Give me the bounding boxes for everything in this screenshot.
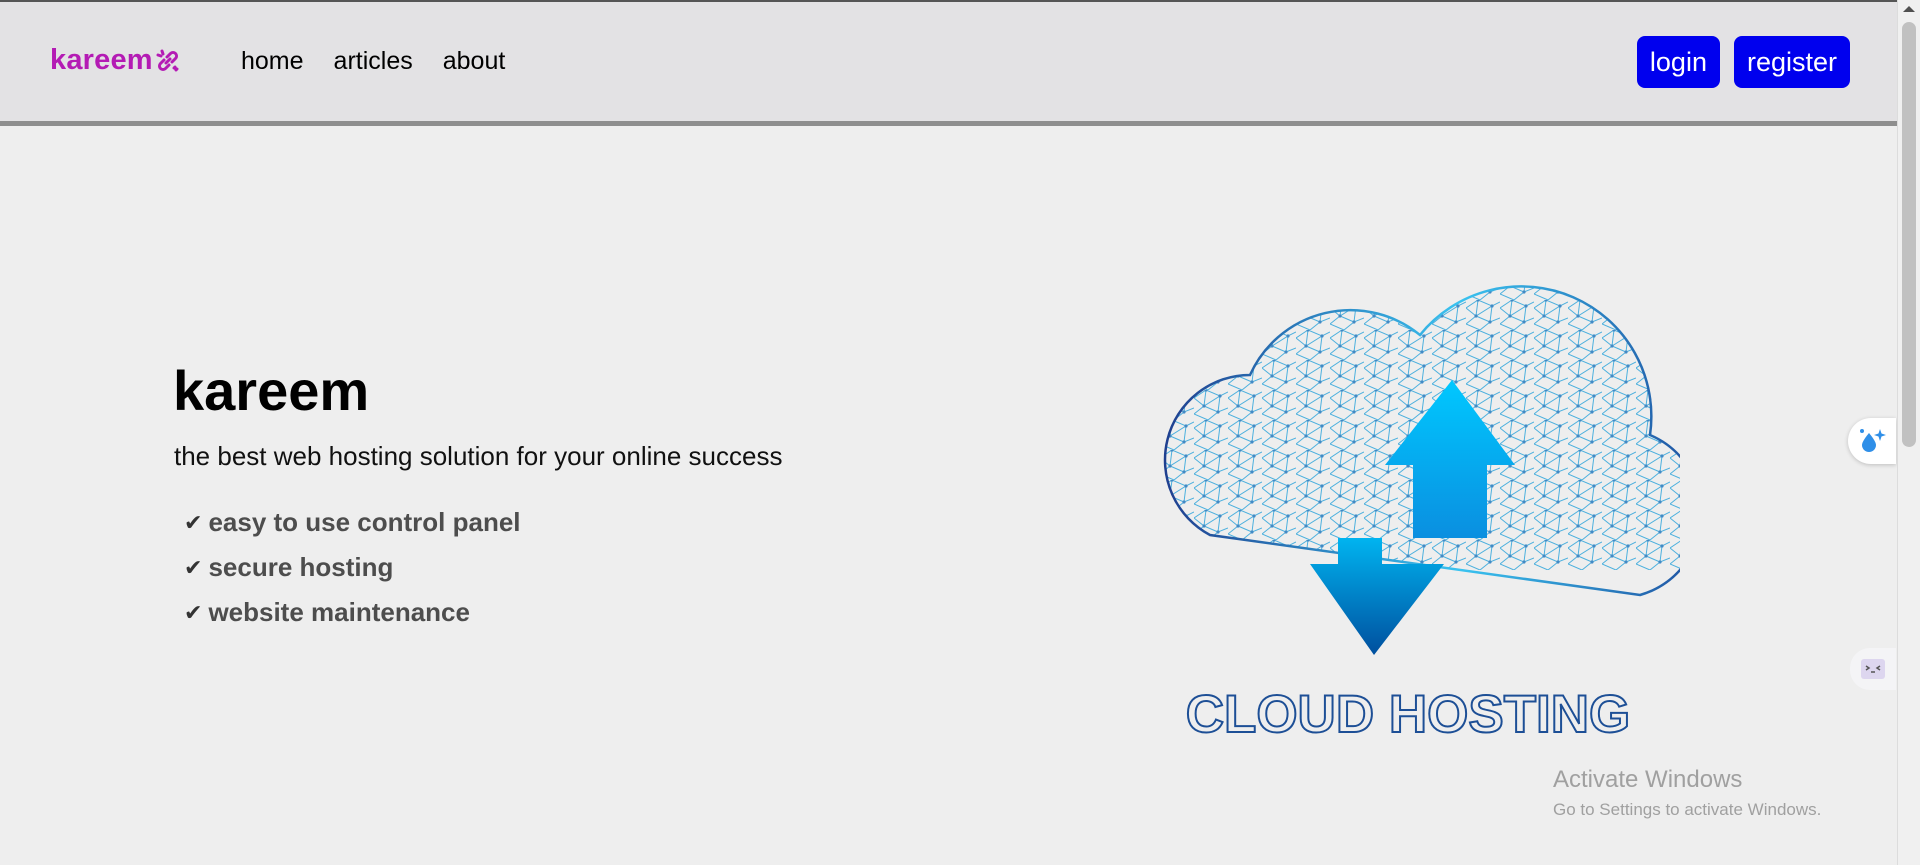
register-button[interactable]: register: [1733, 36, 1850, 88]
nav-articles-link[interactable]: articles: [334, 47, 413, 76]
scroll-up-arrow-icon[interactable]: [1903, 6, 1915, 12]
auth-buttons: login register: [1636, 36, 1850, 88]
check-icon: ✔: [184, 599, 203, 625]
check-icon: ✔: [184, 509, 203, 535]
nav-home-link[interactable]: home: [241, 47, 304, 76]
windows-activation-notice: Activate Windows Go to Settings to activ…: [1553, 766, 1821, 820]
link-icon: [156, 49, 179, 71]
check-icon: ✔: [184, 554, 203, 580]
feature-list: ✔ easy to use control panel ✔ secure hos…: [184, 500, 521, 635]
main-nav: home articles about: [241, 47, 505, 76]
page: kareem home articles about login registe…: [0, 0, 1898, 865]
face-icon: [1861, 659, 1885, 679]
feature-item: ✔ secure hosting: [184, 545, 521, 590]
activate-windows-title: Activate Windows: [1553, 766, 1743, 793]
sparkle-droplet-icon: [1860, 429, 1886, 452]
login-button[interactable]: login: [1636, 36, 1720, 88]
activate-windows-subtitle: Go to Settings to activate Windows.: [1553, 800, 1822, 819]
feature-item: ✔ easy to use control panel: [184, 500, 521, 545]
illustration-caption: CLOUD HOSTING: [1186, 685, 1631, 744]
hero-title: kareem: [173, 359, 370, 422]
vertical-scrollbar[interactable]: [1897, 0, 1920, 865]
extension-sidebar-tab[interactable]: [1850, 648, 1896, 690]
nav-about-link[interactable]: about: [443, 47, 506, 76]
feature-item: ✔ website maintenance: [184, 590, 521, 635]
hero-subtitle: the best web hosting solution for your o…: [174, 441, 783, 471]
logo-text: kareem: [50, 44, 153, 76]
cloud-mesh: [1163, 285, 1680, 597]
assistant-sidebar-tab[interactable]: [1848, 418, 1896, 464]
feature-label: secure hosting: [208, 552, 394, 582]
scrollbar-thumb[interactable]: [1902, 22, 1916, 447]
logo[interactable]: kareem: [50, 44, 181, 77]
cloud-hosting-illustration: CLOUD HOSTING: [1163, 285, 1680, 745]
site-header: kareem home articles about login registe…: [0, 2, 1898, 126]
feature-label: website maintenance: [208, 597, 470, 627]
feature-label: easy to use control panel: [208, 507, 521, 537]
